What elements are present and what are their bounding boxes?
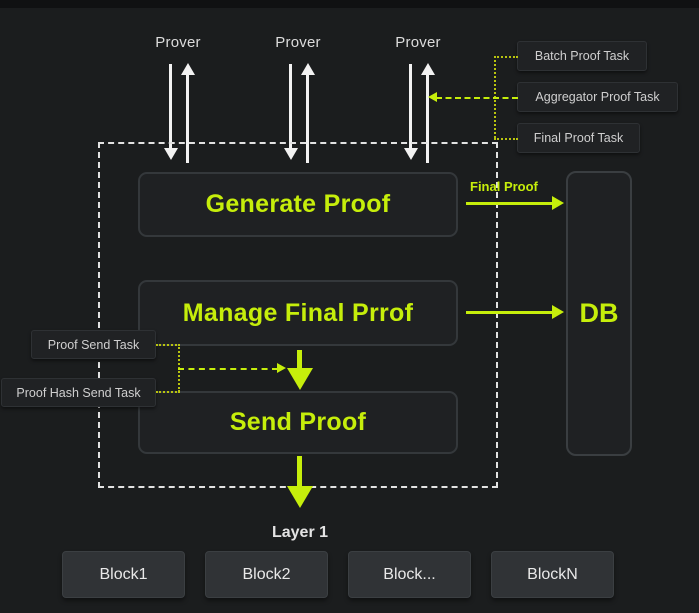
- task-chip-final-proof[interactable]: Final Proof Task: [517, 123, 640, 153]
- edge-label-final-proof: Final Proof: [470, 179, 538, 194]
- left-task-bus-from-proof-send: [156, 344, 180, 346]
- prover-arrow-up-head-1: [181, 63, 195, 75]
- database-box-label: DB: [579, 298, 619, 328]
- task-chip-batch-proof-label: Batch Proof Task: [534, 49, 630, 63]
- right-task-bus-to-batch: [494, 56, 518, 58]
- block-box-n-label: BlockN: [527, 565, 578, 583]
- right-task-to-prover-arrowhead: [428, 92, 437, 102]
- left-task-to-send-proof-arrowhead: [277, 363, 286, 373]
- process-box-generate-proof-label: Generate Proof: [205, 190, 391, 218]
- task-chip-proof-send[interactable]: Proof Send Task: [31, 330, 156, 359]
- block-box-2-label: Block2: [242, 565, 291, 583]
- edge-send-to-layer1-arrowhead: [287, 486, 313, 508]
- edge-manage-to-send-line: [297, 350, 302, 370]
- task-chip-proof-hash-send[interactable]: Proof Hash Send Task: [1, 378, 156, 407]
- prover-arrow-up-head-3: [421, 63, 435, 75]
- prover-arrow-down-line-1: [169, 64, 172, 149]
- prover-label-2: Prover: [275, 34, 321, 51]
- task-chip-aggregator-proof[interactable]: Aggregator Proof Task: [517, 82, 678, 112]
- process-box-manage-final-proof[interactable]: Manage Final Prrof: [138, 280, 458, 346]
- edge-send-to-layer1-line: [297, 456, 302, 488]
- block-box-3-label: Block...: [383, 565, 436, 583]
- prover-arrow-up-head-2: [301, 63, 315, 75]
- prover-label-1: Prover: [155, 34, 201, 51]
- right-task-to-prover-line: [436, 97, 518, 99]
- process-box-manage-final-proof-label: Manage Final Prrof: [182, 298, 414, 327]
- block-box-2[interactable]: Block2: [205, 551, 328, 598]
- prover-arrow-down-line-3: [409, 64, 412, 149]
- edge-manage-to-db-arrowhead: [552, 305, 564, 319]
- block-box-1-label: Block1: [99, 565, 148, 583]
- left-task-to-send-proof-line: [178, 368, 278, 370]
- task-chip-proof-send-label: Proof Send Task: [47, 337, 140, 352]
- task-chip-final-proof-label: Final Proof Task: [533, 131, 624, 145]
- prover-arrow-down-line-2: [289, 64, 292, 149]
- layer1-label: Layer 1: [271, 524, 329, 541]
- prover-label-3: Prover: [395, 34, 441, 51]
- block-box-3[interactable]: Block...: [348, 551, 471, 598]
- edge-manage-to-db-line: [466, 311, 554, 314]
- process-box-generate-proof[interactable]: Generate Proof: [138, 172, 458, 237]
- block-box-n[interactable]: BlockN: [491, 551, 614, 598]
- left-task-bus-from-proof-hash-send: [156, 391, 180, 393]
- edge-generate-to-db-arrowhead: [552, 196, 564, 210]
- task-chip-proof-hash-send-label: Proof Hash Send Task: [16, 385, 141, 400]
- task-chip-aggregator-proof-label: Aggregator Proof Task: [535, 90, 660, 104]
- process-box-send-proof[interactable]: Send Proof: [138, 391, 458, 454]
- database-box[interactable]: DB: [566, 171, 632, 456]
- process-box-send-proof-label: Send Proof: [229, 408, 367, 436]
- task-chip-batch-proof[interactable]: Batch Proof Task: [517, 41, 647, 71]
- edge-manage-to-send-arrowhead: [287, 368, 313, 390]
- diagram-canvas: Prover Prover Prover Batch Proof Task Ag…: [0, 0, 699, 613]
- block-box-1[interactable]: Block1: [62, 551, 185, 598]
- edge-generate-to-db-line: [466, 202, 554, 205]
- top-strip: [0, 0, 699, 8]
- right-task-bus-to-final: [494, 138, 518, 140]
